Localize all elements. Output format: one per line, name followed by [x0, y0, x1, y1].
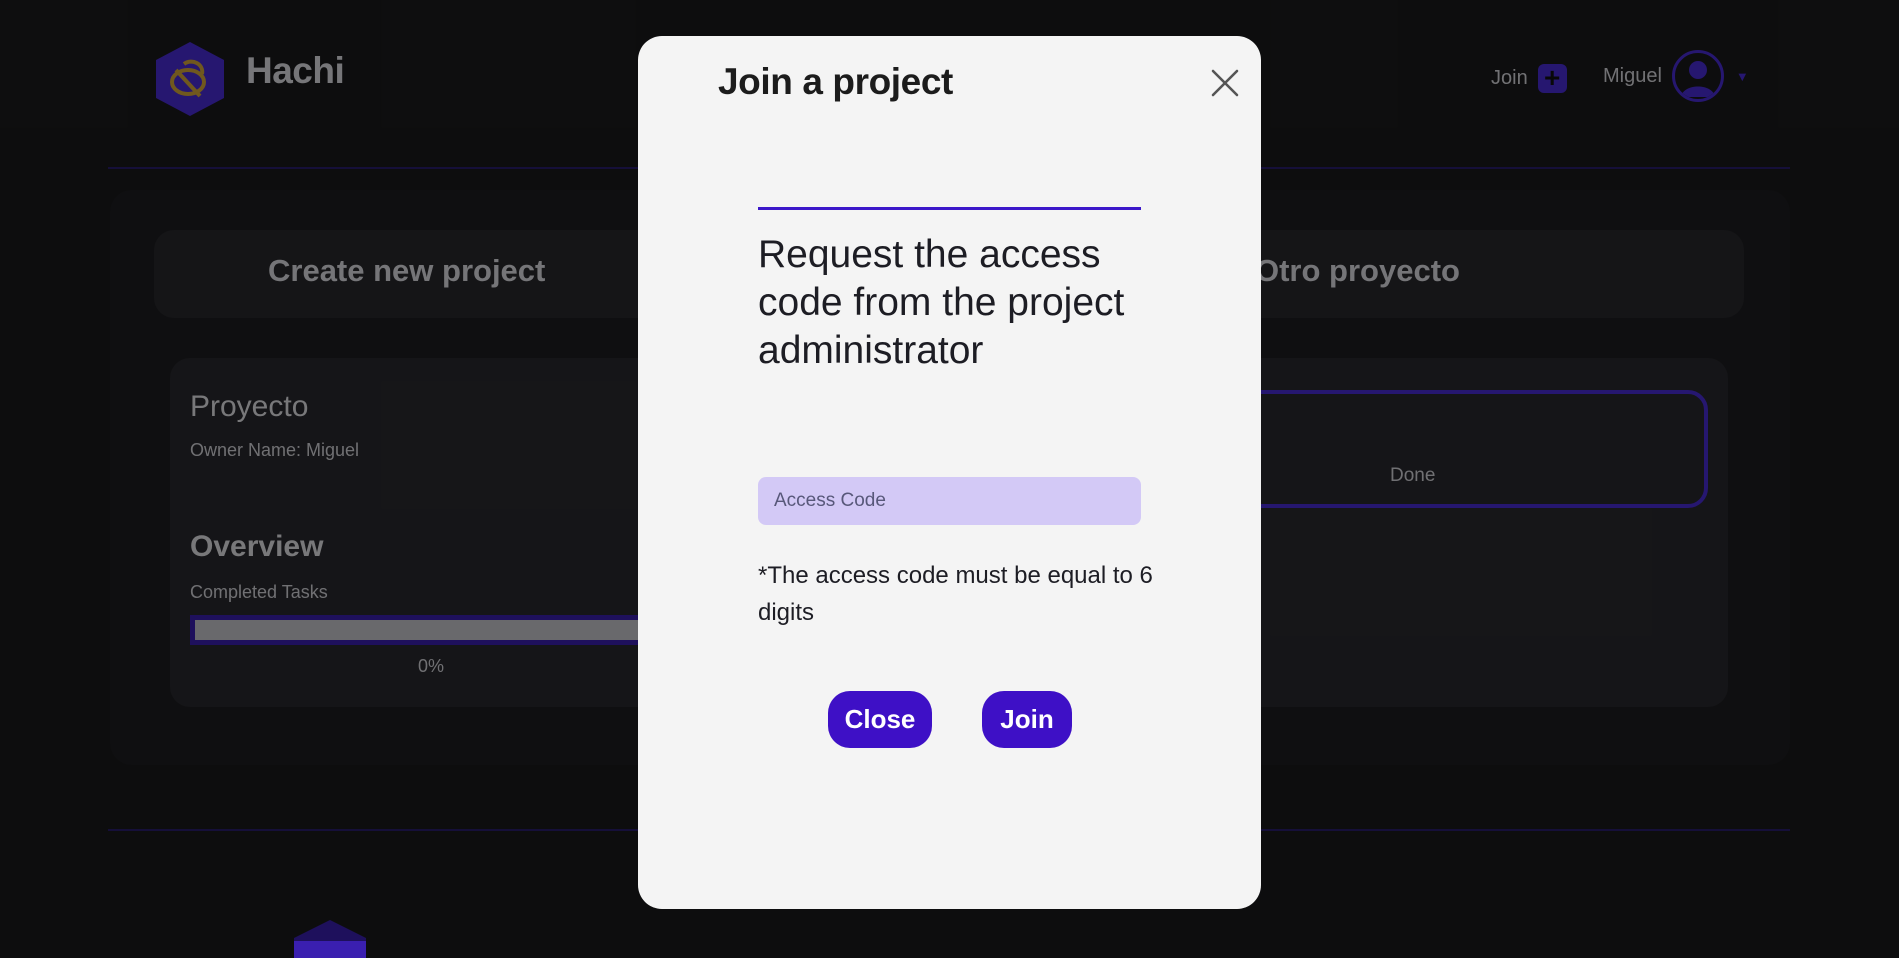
join-button[interactable]: Join [982, 691, 1072, 748]
join-project-modal: Join a project Request the access code f… [638, 36, 1261, 909]
accent-divider [758, 207, 1141, 210]
close-icon[interactable] [1210, 68, 1240, 98]
access-code-hint: *The access code must be equal to 6 digi… [758, 562, 1153, 626]
request-instructions: Request the access code from the project… [758, 233, 1125, 372]
modal-title: Join a project [718, 61, 953, 102]
close-button[interactable]: Close [828, 691, 932, 748]
access-code-input[interactable] [758, 477, 1141, 525]
